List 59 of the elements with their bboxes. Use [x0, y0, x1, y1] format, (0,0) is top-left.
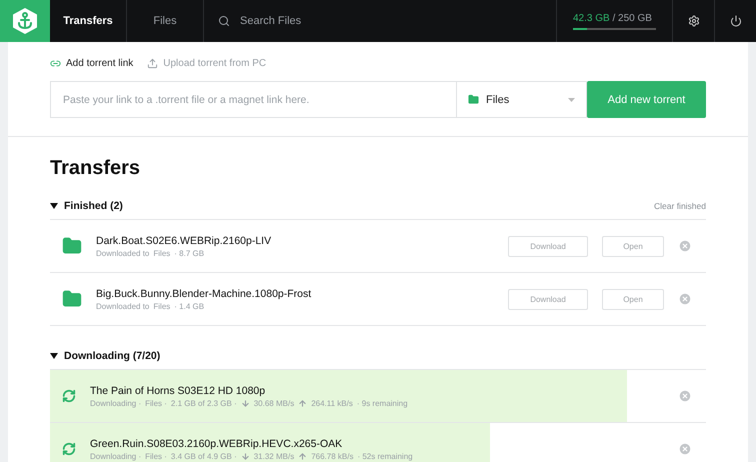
add-torrent-tab[interactable]: Add torrent link	[50, 58, 134, 69]
remove-button[interactable]	[678, 239, 692, 253]
transfer-folder: Files	[153, 302, 170, 310]
add-torrent-button[interactable]: Add new torrent	[587, 81, 706, 118]
triangle-icon	[50, 352, 58, 358]
folder-select[interactable]: Files	[456, 81, 587, 118]
transfer-size: · 8.7 GB	[174, 248, 204, 258]
arrow-down-icon	[240, 398, 250, 408]
time-remaining: · 9s remaining	[356, 398, 408, 408]
upload-speed: 766.78 kB/s	[311, 452, 354, 460]
transfer-status: Downloaded to	[96, 248, 150, 258]
transfer-folder: Files	[153, 248, 170, 258]
page-title: Transfers	[50, 157, 142, 180]
link-icon	[50, 58, 61, 69]
add-torrent-tab[interactable]: Upload torrent from PC	[147, 58, 266, 69]
arrow-down-icon	[240, 452, 250, 460]
download-speed: 30.68 MB/s	[254, 398, 294, 408]
open-button[interactable]: Open	[602, 288, 664, 310]
caret-icon	[568, 98, 575, 102]
refresh-icon	[62, 442, 76, 456]
transfer-status: Downloading ·	[90, 452, 142, 460]
download-button[interactable]: Download	[508, 288, 588, 310]
torrent-link-field[interactable]: Paste your link to a .torrent file or a magnet link here.	[50, 81, 456, 118]
refresh-icon	[62, 389, 76, 403]
transferred-amount: 3.4 GB of 4.9 GB ·	[170, 452, 237, 460]
arrow-up-icon	[298, 452, 308, 460]
section-toggle[interactable]: Finished (2)	[50, 200, 123, 212]
search-icon	[218, 15, 230, 27]
open-button[interactable]: Open	[602, 236, 664, 256]
remove-button[interactable]	[678, 292, 692, 306]
folder-icon	[62, 289, 82, 309]
arrow-up-icon	[298, 398, 308, 408]
gear-icon	[688, 15, 700, 27]
section-toggle[interactable]: Downloading (7/20)	[50, 350, 160, 362]
search-field[interactable]: Search Files	[238, 14, 438, 28]
remove-button[interactable]	[678, 389, 692, 403]
transfer-name: Green.Ruin.S08E03.2160p.WEBRip.HEVC.x265-OAK	[90, 438, 344, 450]
transfer-folder: Files ·	[145, 452, 167, 460]
transfer-folder: Files ·	[145, 398, 167, 408]
storage-usage: 42.3 GB / 250 GB	[573, 12, 653, 25]
upload-speed: 264.11 kB/s	[311, 398, 353, 408]
transfer-name: The Pain of Horns S03E12 HD 1080p	[90, 384, 266, 396]
transfer-status: Downloading ·	[90, 398, 142, 408]
power-icon	[730, 15, 742, 27]
transfer-status: Downloaded to	[96, 302, 150, 310]
download-speed: 31.32 MB/s	[254, 452, 294, 460]
upload-icon	[147, 58, 158, 69]
clear-finished-link[interactable]: Clear finished	[654, 200, 706, 210]
transfer-size: · 1.4 GB	[174, 302, 204, 310]
folder-icon	[62, 236, 82, 256]
anchor-logo-icon[interactable]	[0, 0, 50, 42]
time-remaining: · 52s remaining	[357, 452, 413, 460]
transfer-name: Dark.Boat.S02E6.WEBRip.2160p-LIV	[96, 234, 272, 246]
download-button[interactable]: Download	[508, 236, 588, 256]
folder-icon	[468, 94, 479, 105]
transfer-name: Big.Buck.Bunny.Blender-Machine.1080p-Frost	[96, 288, 312, 300]
triangle-icon	[50, 202, 58, 208]
remove-button[interactable]	[678, 442, 692, 456]
transferred-amount: 2.1 GB of 2.3 GB ·	[170, 398, 237, 408]
